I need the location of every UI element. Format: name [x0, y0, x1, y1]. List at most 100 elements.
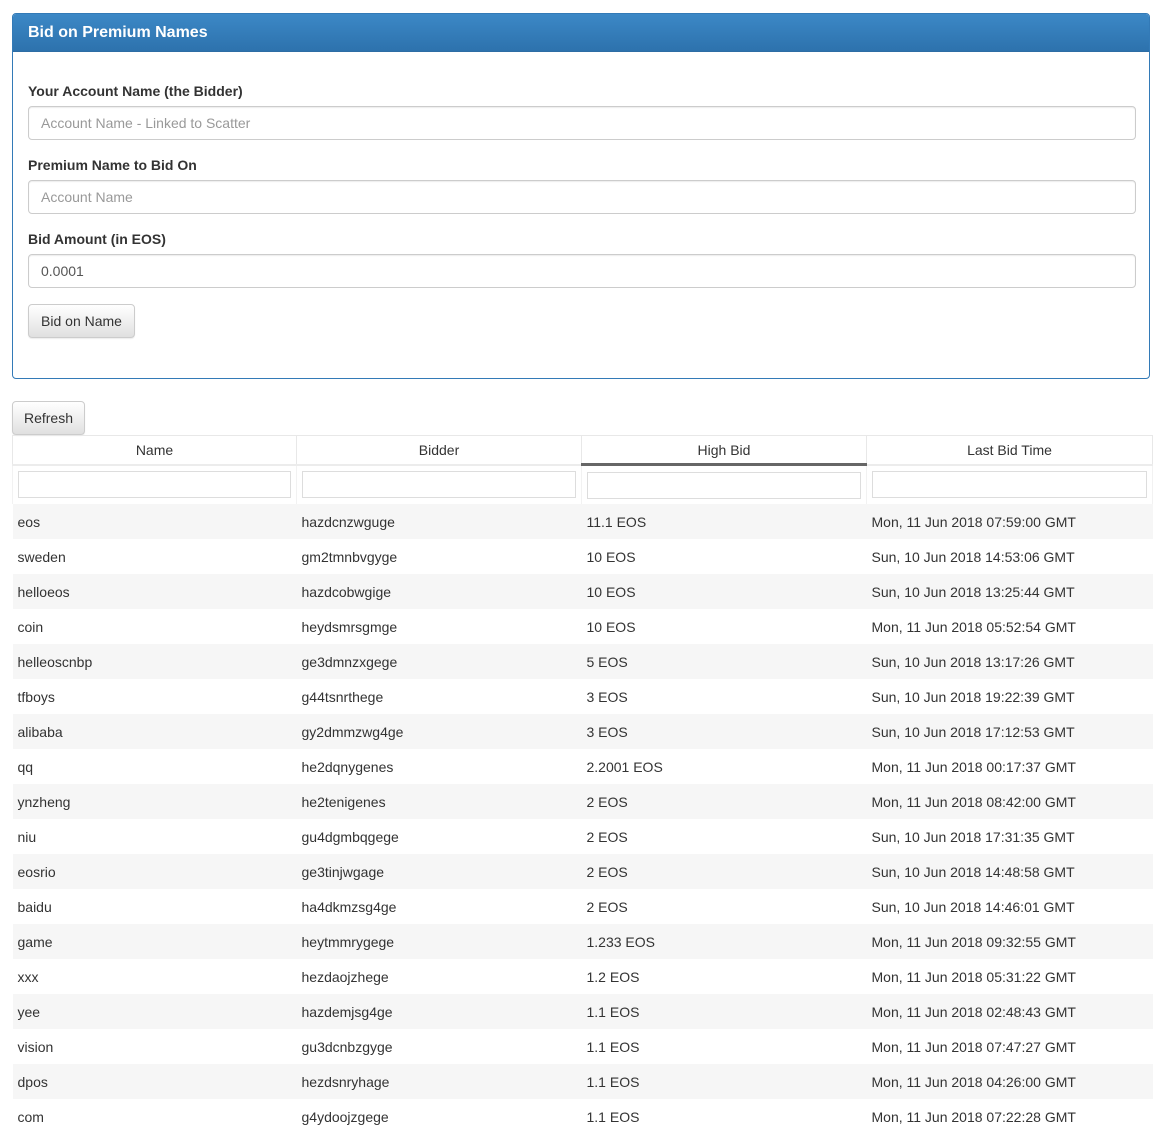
cell-name: helloeos — [12, 574, 297, 609]
cell-bidder: hezdaojzhege — [296, 959, 582, 994]
cell-high-bid: 3 EOS — [581, 714, 867, 749]
cell-bidder: hazdcnzwguge — [296, 504, 582, 539]
table-row: eosrio ge3tinjwgage 2 EOS Sun, 10 Jun 2018 … — [12, 854, 1153, 889]
table-row: qq he2dqnygenes 2.2001 EOS Mon, 11 Jun 2018… — [12, 749, 1153, 784]
cell-name: com — [12, 1099, 297, 1134]
table-row: dpos hezdsnryhage 1.1 EOS Mon, 11 Jun 2018 … — [12, 1064, 1153, 1099]
cell-last-bid-time: Mon, 11 Jun 2018 00:17:37 GMT — [866, 749, 1153, 784]
table-row: baidu ha4dkmzsg4ge 2 EOS Sun, 10 Jun 2018 1… — [12, 889, 1153, 924]
cell-name: alibaba — [12, 714, 297, 749]
bid-on-name-button[interactable]: Bid on Name — [28, 304, 135, 338]
table-row: xxx hezdaojzhege 1.2 EOS Mon, 11 Jun 2018 0… — [12, 959, 1153, 994]
cell-name: coin — [12, 609, 297, 644]
column-header-high-bid[interactable]: High Bid — [581, 435, 867, 466]
table-row: niu gu4dgmbqgege 2 EOS Sun, 10 Jun 2018 17:… — [12, 819, 1153, 854]
premium-name-label: Premium Name to Bid On — [28, 157, 197, 173]
bid-amount-label: Bid Amount (in EOS) — [28, 231, 166, 247]
cell-last-bid-time: Mon, 11 Jun 2018 02:48:43 GMT — [866, 994, 1153, 1029]
filter-input-bidder[interactable] — [302, 471, 576, 499]
cell-high-bid: 5 EOS — [581, 644, 867, 679]
table-row: alibaba gy2dmmzwg4ge 3 EOS Sun, 10 Jun 2018… — [12, 714, 1153, 749]
cell-bidder: ge3tinjwgage — [296, 854, 582, 889]
filter-input-last-bid-time[interactable] — [872, 471, 1147, 499]
cell-last-bid-time: Sun, 10 Jun 2018 13:17:26 GMT — [866, 644, 1153, 679]
cell-name: game — [12, 924, 297, 959]
refresh-button[interactable]: Refresh — [12, 401, 85, 435]
table-row: eos hazdcnzwguge 11.1 EOS Mon, 11 Jun 2018 … — [12, 504, 1153, 539]
cell-high-bid: 2.2001 EOS — [581, 749, 867, 784]
cell-last-bid-time: Sun, 10 Jun 2018 17:31:35 GMT — [866, 819, 1153, 854]
table-row: com g4ydoojzgege 1.1 EOS Mon, 11 Jun 2018 0… — [12, 1099, 1153, 1134]
cell-high-bid: 11.1 EOS — [581, 504, 867, 539]
table-row: sweden gm2tmnbvgyge 10 EOS Sun, 10 Jun 2018… — [12, 539, 1153, 574]
bid-amount-input[interactable] — [28, 254, 1136, 288]
cell-bidder: hazdemjsg4ge — [296, 994, 582, 1029]
cell-bidder: hezdsnryhage — [296, 1064, 582, 1099]
filter-input-high-bid[interactable] — [587, 471, 861, 499]
cell-name: yee — [12, 994, 297, 1029]
cell-high-bid: 1.1 EOS — [581, 1029, 867, 1064]
cell-high-bid: 2 EOS — [581, 784, 867, 819]
filter-cell-last-bid-time — [866, 464, 1153, 504]
cell-high-bid: 10 EOS — [581, 609, 867, 644]
table-row: helloeos hazdcobwgige 10 EOS Sun, 10 Jun 20… — [12, 574, 1153, 609]
cell-bidder: heytmmrygege — [296, 924, 582, 959]
cell-bidder: g4ydoojzgege — [296, 1099, 582, 1134]
cell-high-bid: 2 EOS — [581, 889, 867, 924]
cell-bidder: gu4dgmbqgege — [296, 819, 582, 854]
cell-bidder: ge3dmnzxgege — [296, 644, 582, 679]
account-name-input[interactable] — [28, 106, 1136, 140]
premium-name-input[interactable] — [28, 180, 1136, 214]
cell-last-bid-time: Mon, 11 Jun 2018 07:59:00 GMT — [866, 504, 1153, 539]
table-row: helleoscnbp ge3dmnzxgege 5 EOS Sun, 10 Jun … — [12, 644, 1153, 679]
cell-name: vision — [12, 1029, 297, 1064]
cell-last-bid-time: Sun, 10 Jun 2018 14:53:06 GMT — [866, 539, 1153, 574]
cell-bidder: hazdcobwgige — [296, 574, 582, 609]
cell-name: qq — [12, 749, 297, 784]
cell-high-bid: 10 EOS — [581, 539, 867, 574]
cell-bidder: gy2dmmzwg4ge — [296, 714, 582, 749]
table-row: game heytmmrygege 1.233 EOS Mon, 11 Jun 201… — [12, 924, 1153, 959]
table-row: vision gu3dcnbzgyge 1.1 EOS Mon, 11 Jun 201… — [12, 1029, 1153, 1064]
cell-bidder: g44tsnrthege — [296, 679, 582, 714]
cell-bidder: heydsmrsgmge — [296, 609, 582, 644]
table-row: yee hazdemjsg4ge 1.1 EOS Mon, 11 Jun 2018 0… — [12, 994, 1153, 1029]
cell-name: tfboys — [12, 679, 297, 714]
panel-title: Bid on Premium Names — [13, 14, 1149, 52]
cell-last-bid-time: Sun, 10 Jun 2018 19:22:39 GMT — [866, 679, 1153, 714]
cell-last-bid-time: Mon, 11 Jun 2018 09:32:55 GMT — [866, 924, 1153, 959]
column-header-bidder[interactable]: Bidder — [296, 435, 582, 466]
cell-high-bid: 2 EOS — [581, 854, 867, 889]
table-row: coin heydsmrsgmge 10 EOS Mon, 11 Jun 2018 0… — [12, 609, 1153, 644]
cell-last-bid-time: Mon, 11 Jun 2018 05:52:54 GMT — [866, 609, 1153, 644]
table-row: ynzheng he2tenigenes 2 EOS Mon, 11 Jun 2018… — [12, 784, 1153, 819]
bids-table: Name Bidder High Bid Last Bid Time eos ha… — [12, 435, 1153, 1134]
cell-name: sweden — [12, 539, 297, 574]
column-header-last-bid-time[interactable]: Last Bid Time — [866, 435, 1153, 466]
cell-bidder: ha4dkmzsg4ge — [296, 889, 582, 924]
filter-input-name[interactable] — [18, 471, 291, 499]
cell-last-bid-time: Sun, 10 Jun 2018 17:12:53 GMT — [866, 714, 1153, 749]
filter-row — [12, 464, 1153, 504]
account-name-label: Your Account Name (the Bidder) — [28, 83, 243, 99]
filter-cell-name — [12, 464, 297, 504]
cell-name: eosrio — [12, 854, 297, 889]
cell-last-bid-time: Mon, 11 Jun 2018 07:22:28 GMT — [866, 1099, 1153, 1134]
cell-last-bid-time: Sun, 10 Jun 2018 14:46:01 GMT — [866, 889, 1153, 924]
table-row: tfboys g44tsnrthege 3 EOS Sun, 10 Jun 2018 … — [12, 679, 1153, 714]
cell-last-bid-time: Mon, 11 Jun 2018 08:42:00 GMT — [866, 784, 1153, 819]
cell-name: baidu — [12, 889, 297, 924]
bids-table-container: Name Bidder High Bid Last Bid Time eos ha… — [12, 435, 1153, 1134]
cell-bidder: he2tenigenes — [296, 784, 582, 819]
cell-high-bid: 1.1 EOS — [581, 994, 867, 1029]
cell-last-bid-time: Mon, 11 Jun 2018 07:47:27 GMT — [866, 1029, 1153, 1064]
cell-high-bid: 1.2 EOS — [581, 959, 867, 994]
cell-bidder: gu3dcnbzgyge — [296, 1029, 582, 1064]
column-header-name[interactable]: Name — [12, 435, 297, 466]
cell-high-bid: 3 EOS — [581, 679, 867, 714]
cell-bidder: gm2tmnbvgyge — [296, 539, 582, 574]
cell-high-bid: 2 EOS — [581, 819, 867, 854]
cell-last-bid-time: Mon, 11 Jun 2018 05:31:22 GMT — [866, 959, 1153, 994]
cell-bidder: he2dqnygenes — [296, 749, 582, 784]
table-body: eos hazdcnzwguge 11.1 EOS Mon, 11 Jun 2018 … — [12, 504, 1153, 1134]
